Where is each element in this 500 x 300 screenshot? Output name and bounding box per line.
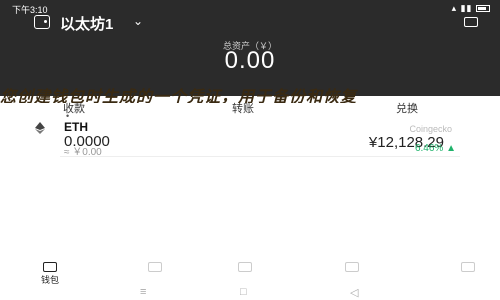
- bottom-nav: 钱包: [0, 262, 500, 286]
- news-tab-icon: [345, 262, 359, 272]
- wallet-icon[interactable]: [34, 15, 50, 29]
- menu-icon[interactable]: ≡: [140, 286, 146, 298]
- up-arrow-icon: ▲: [446, 143, 456, 154]
- scan-icon[interactable]: [464, 17, 478, 27]
- discover-tab-icon: [238, 262, 252, 272]
- nav-discover[interactable]: [215, 262, 275, 273]
- nav-me[interactable]: [438, 262, 498, 273]
- nav-news[interactable]: [322, 262, 382, 273]
- price-source: Coingecko: [409, 124, 452, 134]
- asset-name: ETH: [64, 120, 88, 134]
- wallet-header: 下午3:10 ▴ ▮▮ 以太坊1 ⌄ 总资产（￥） 0.00: [0, 0, 500, 96]
- system-nav-bar: ≡ □ ◁: [0, 284, 500, 300]
- status-icons: ▴ ▮▮: [452, 3, 490, 14]
- row-divider: [60, 156, 460, 157]
- price-change: 6.46% ▲: [415, 143, 456, 154]
- price-change-value: 6.46%: [414, 143, 444, 154]
- nav-market[interactable]: [125, 262, 185, 273]
- profile-tab-icon: [461, 262, 475, 272]
- chevron-down-icon[interactable]: ⌄: [133, 14, 143, 28]
- balance-value: 0.00: [224, 47, 276, 74]
- battery-icon: [476, 5, 490, 13]
- action-bar: 收款 转账 兑换: [0, 100, 500, 116]
- wallet-name[interactable]: 以太坊1: [60, 13, 113, 34]
- ethereum-icon: [35, 122, 45, 134]
- back-icon[interactable]: ◁: [350, 286, 358, 299]
- signal-icon: ▴ ▮▮: [451, 3, 476, 13]
- home-icon[interactable]: □: [240, 286, 247, 298]
- nav-wallet[interactable]: 钱包: [20, 262, 80, 286]
- exchange-button[interactable]: 兑换: [396, 100, 418, 116]
- wallet-tab-icon: [43, 262, 57, 272]
- market-tab-icon: [148, 262, 162, 272]
- transfer-button[interactable]: 转账: [232, 100, 254, 116]
